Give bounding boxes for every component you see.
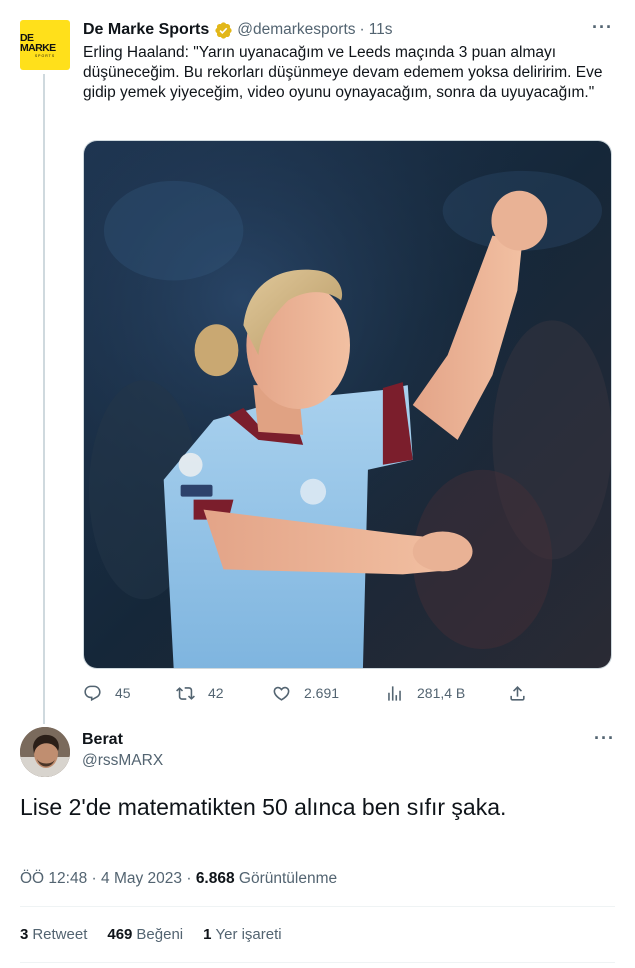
thread-connector-line: [43, 74, 45, 724]
tweet-time[interactable]: ÖÖ 12:48: [20, 870, 87, 887]
reply-count: 45: [115, 685, 131, 701]
parent-tweet[interactable]: DE MARKE SPORTS De Marke Sports @demarke…: [0, 0, 635, 724]
author-handle[interactable]: @rssMARX: [82, 752, 163, 770]
bookmarks-stat[interactable]: 1 Yer işareti: [203, 926, 282, 943]
verified-badge-icon: [215, 21, 232, 39]
views-count: 281,4 B: [417, 685, 466, 701]
engagement-stats: 3 Retweet 469 Beğeni 1 Yer işareti: [20, 926, 302, 943]
separator-dot: ·: [186, 870, 192, 887]
tweet-meta: ÖÖ 12:48 · 4 May 2023 · 6.868 Görüntülen…: [20, 870, 337, 888]
author-name[interactable]: De Marke Sports: [83, 21, 209, 39]
views-button[interactable]: 281,4 B: [385, 682, 465, 704]
retweet-button[interactable]: 42: [176, 682, 224, 704]
divider: [20, 906, 615, 907]
tweet-text: Erling Haaland: "Yarın uyanacağım ve Lee…: [83, 44, 603, 101]
likes-stat[interactable]: 469 Beğeni: [107, 926, 183, 943]
reply-icon: [84, 685, 101, 701]
logo-subtitle: SPORTS: [34, 53, 56, 58]
author-name[interactable]: Berat: [82, 731, 123, 749]
views-count[interactable]: 6.868: [196, 870, 235, 887]
like-count: 2.691: [304, 685, 340, 701]
tweet-timestamp[interactable]: 11s: [369, 21, 393, 39]
tweet-photo[interactable]: [83, 140, 612, 669]
like-icon: [273, 686, 290, 701]
divider: [20, 962, 615, 963]
tweet-header: De Marke Sports @demarkesports · 11s: [83, 19, 393, 41]
author-handle[interactable]: @demarkesports: [237, 21, 355, 39]
separator-dot: ·: [91, 870, 97, 887]
tweet-date[interactable]: 4 May 2023: [101, 870, 182, 887]
tweet-text: Lise 2'de matematikten 50 alınca ben sıf…: [20, 794, 507, 820]
user-photo: [20, 727, 70, 777]
reply-button[interactable]: 45: [83, 682, 131, 704]
separator-dot: ·: [359, 21, 365, 38]
retweet-count: 42: [208, 685, 224, 701]
views-label: Görüntülenme: [238, 870, 338, 887]
logo-wordmark: DE MARKE: [20, 31, 56, 54]
retweet-icon: [176, 686, 195, 700]
more-options-icon[interactable]: ···: [594, 728, 615, 749]
retweets-stat[interactable]: 3 Retweet: [20, 926, 87, 943]
share-button[interactable]: [508, 682, 540, 704]
avatar[interactable]: [20, 727, 70, 777]
author-avatar-logo[interactable]: DE MARKE SPORTS: [20, 20, 70, 70]
views-icon: [388, 685, 401, 701]
tweet-actions-bar: 45 42 2.691 281,4 B: [83, 682, 543, 704]
more-options-icon[interactable]: ···: [592, 17, 613, 38]
share-icon: [510, 685, 525, 701]
like-button[interactable]: 2.691: [272, 682, 339, 704]
player-celebration-photo: [84, 141, 611, 668]
